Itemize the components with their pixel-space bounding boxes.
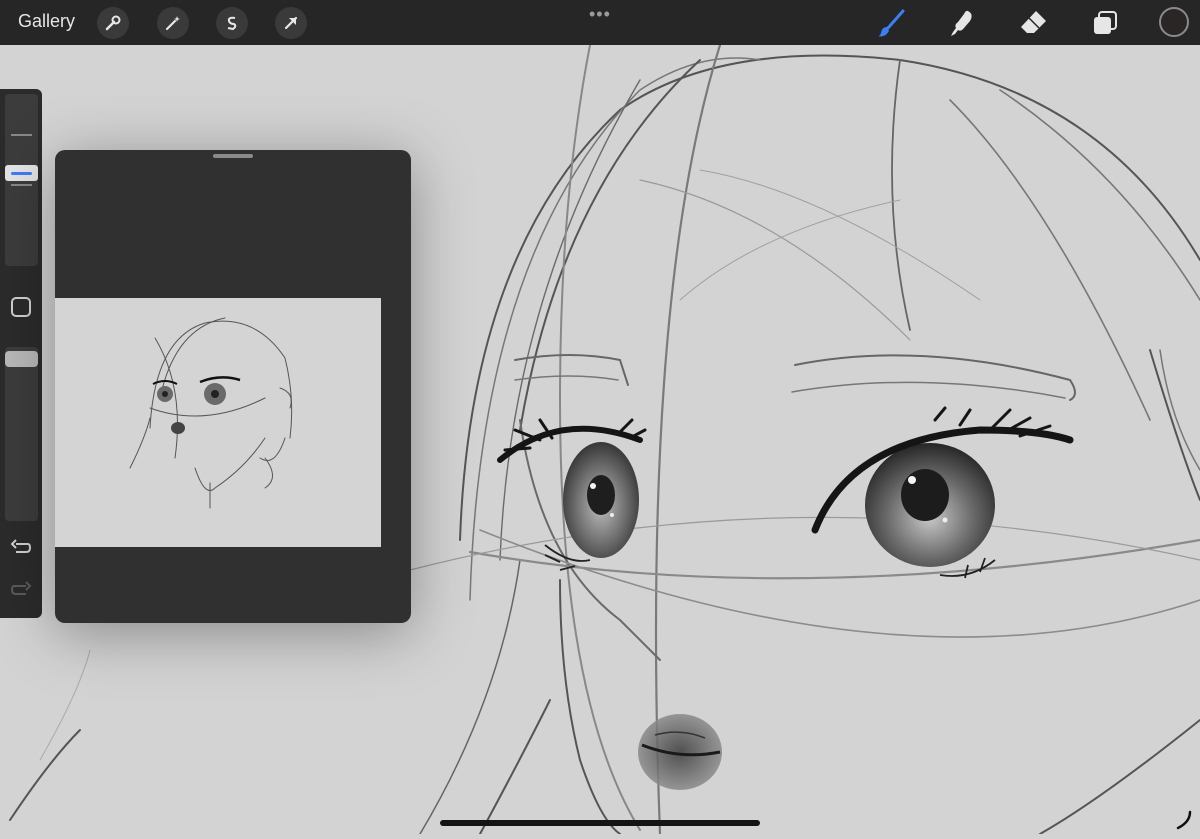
color-picker-button[interactable] bbox=[1159, 7, 1189, 37]
opacity-slider[interactable] bbox=[5, 347, 38, 521]
undo-icon bbox=[10, 539, 32, 553]
reference-canvas-preview bbox=[55, 298, 381, 547]
redo-button[interactable] bbox=[10, 579, 32, 601]
eraser-icon bbox=[1021, 11, 1046, 33]
transform-arrow-icon bbox=[284, 16, 298, 30]
home-indicator bbox=[440, 820, 760, 826]
brush-size-slider[interactable] bbox=[5, 94, 38, 266]
brush-size-handle[interactable] bbox=[5, 165, 38, 181]
selection-s-icon bbox=[227, 16, 237, 31]
reference-window[interactable] bbox=[55, 150, 411, 623]
undo-button[interactable] bbox=[10, 537, 32, 559]
eraser-tool-button[interactable] bbox=[1018, 8, 1048, 38]
magic-wand-icon bbox=[165, 16, 180, 31]
brush-icon bbox=[878, 9, 905, 37]
layers-button[interactable] bbox=[1090, 8, 1120, 38]
modify-button[interactable] bbox=[11, 297, 31, 317]
layers-icon bbox=[1094, 11, 1117, 34]
adjustments-button[interactable] bbox=[157, 7, 189, 39]
smudge-tool-button[interactable] bbox=[946, 8, 976, 38]
quickshape-icon bbox=[1176, 810, 1192, 830]
smudge-icon bbox=[951, 10, 972, 37]
brush-sidebar bbox=[0, 89, 42, 618]
brush-tool-button[interactable] bbox=[876, 8, 906, 38]
gallery-button[interactable]: Gallery bbox=[18, 11, 75, 32]
selection-button[interactable] bbox=[216, 7, 248, 39]
opacity-handle[interactable] bbox=[5, 351, 38, 367]
redo-icon bbox=[10, 581, 32, 595]
drag-handle-icon[interactable] bbox=[213, 154, 253, 158]
transform-button[interactable] bbox=[275, 7, 307, 39]
wrench-icon bbox=[105, 15, 121, 31]
more-options-icon[interactable]: ••• bbox=[589, 4, 611, 25]
top-toolbar: Gallery ••• bbox=[0, 0, 1200, 45]
actions-button[interactable] bbox=[97, 7, 129, 39]
